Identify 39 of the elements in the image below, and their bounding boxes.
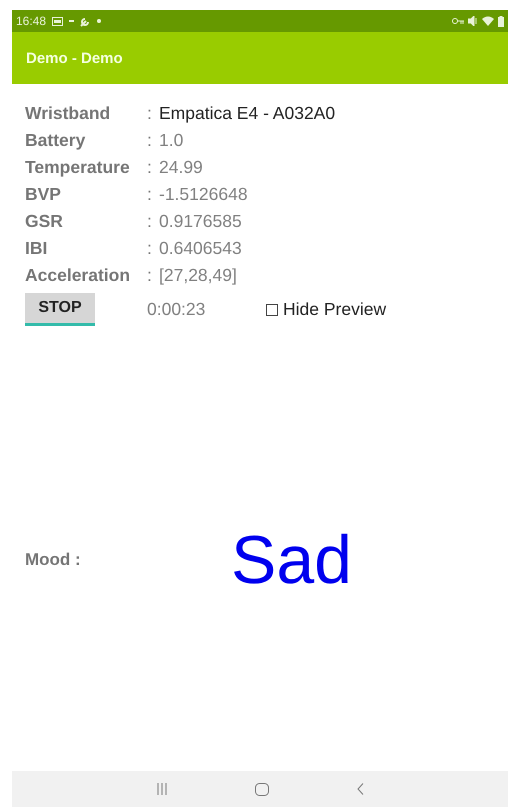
dot-icon [97, 19, 102, 23]
mood-label: Mood : [25, 550, 82, 570]
key-icon [452, 17, 464, 25]
dash-icon [69, 20, 74, 22]
status-time: 16:48 [16, 14, 46, 28]
field-separator: : [147, 130, 153, 151]
field-label: IBI [25, 238, 48, 259]
field-separator: : [147, 265, 153, 286]
field-value: 1.0 [159, 130, 184, 151]
wifi-icon [482, 16, 494, 26]
field-separator: : [147, 211, 153, 232]
mute-icon [468, 16, 478, 26]
field-label: Wristband [25, 103, 112, 124]
recent-apps-icon[interactable] [156, 783, 166, 795]
wrench-icon [80, 16, 92, 26]
field-value: Empatica E4 - A032A0 [159, 103, 336, 124]
app-title: Demo - Demo [26, 50, 123, 66]
field-value: 0.9176585 [159, 211, 242, 232]
field-label: Battery [25, 130, 86, 151]
battery-icon [498, 16, 504, 26]
home-icon[interactable] [254, 782, 268, 796]
field-label: Acceleration [25, 265, 132, 286]
back-icon[interactable] [356, 783, 364, 795]
hide-preview-checkbox[interactable]: Hide Preview [266, 299, 386, 320]
gallery-icon [52, 16, 64, 26]
field-separator: : [147, 103, 153, 124]
field-label: GSR [25, 211, 64, 232]
field-label: BVP [25, 184, 62, 205]
stop-button[interactable]: STOP [25, 293, 95, 326]
mood-value: Sad [231, 521, 352, 599]
field-value: -1.5126648 [159, 184, 248, 205]
field-separator: : [147, 184, 153, 205]
elapsed-time: 0:00:23 [147, 299, 206, 320]
field-separator: : [147, 157, 153, 178]
field-value: 0.6406543 [159, 238, 242, 259]
field-label: Temperature [25, 157, 131, 178]
field-value: 24.99 [159, 157, 203, 178]
field-value: [27,28,49] [159, 265, 237, 286]
field-separator: : [147, 238, 153, 259]
